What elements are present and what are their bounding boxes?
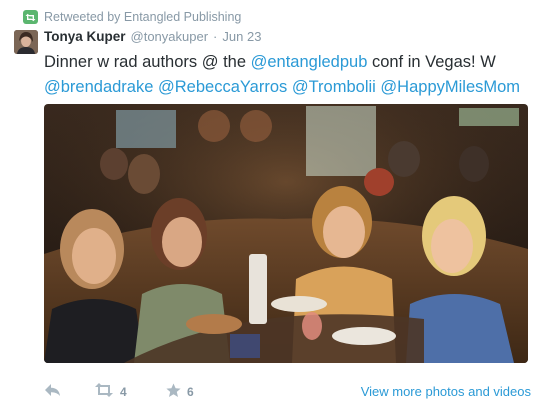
mention-link[interactable]: @RebeccaYarros: [158, 78, 287, 96]
mention-link[interactable]: @brendadrake: [44, 78, 153, 96]
mention-link[interactable]: @Trombolii: [292, 78, 376, 96]
author-handle[interactable]: @tonyakuper: [131, 29, 209, 44]
tweet-photo[interactable]: [44, 104, 528, 363]
header-separator: ·: [213, 29, 218, 44]
favorite-count: 6: [187, 385, 194, 399]
star-icon: [166, 383, 181, 401]
tweet-text-line-2: @brendadrake @RebeccaYarros @Trombolii @…: [44, 75, 524, 100]
favorite-button[interactable]: 6: [166, 383, 194, 401]
retweet-icon: [23, 10, 38, 24]
retweet-button[interactable]: 4: [94, 383, 127, 400]
view-more-photos-link[interactable]: View more photos and videos: [361, 384, 531, 399]
author-name[interactable]: Tonya Kuper: [44, 29, 126, 44]
mention-link[interactable]: @HappyMilesMom: [380, 78, 520, 96]
tweet-text-lead: Dinner w rad authors @ the: [44, 53, 251, 71]
retweet-icon: [94, 383, 114, 400]
retweet-context: Retweeted by Entangled Publishing: [23, 9, 241, 25]
retweet-context-text[interactable]: Retweeted by Entangled Publishing: [44, 10, 241, 24]
tweet-text-line-1: Dinner w rad authors @ the @entangledpub…: [44, 50, 524, 75]
retweet-count: 4: [120, 384, 127, 399]
mention-link[interactable]: @entangledpub: [251, 53, 368, 71]
tweet-text: Dinner w rad authors @ the @entangledpub…: [44, 50, 524, 100]
tweet-text-middle: conf in Vegas! W: [367, 53, 496, 71]
tweet-actions: 4 6 View more photos and videos: [44, 383, 531, 405]
reply-icon: [44, 383, 61, 400]
tweet-date[interactable]: Jun 23: [222, 29, 261, 44]
avatar[interactable]: [14, 30, 38, 54]
reply-button[interactable]: [44, 383, 61, 400]
group-photo-image: [44, 104, 528, 363]
tweet-header: Tonya Kuper @tonyakuper · Jun 23: [44, 29, 261, 47]
